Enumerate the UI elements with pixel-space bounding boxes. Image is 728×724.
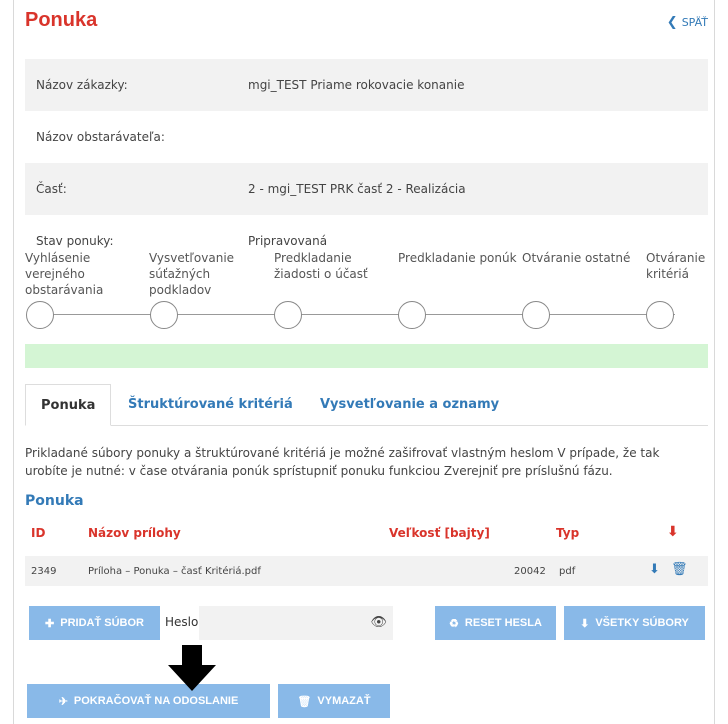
file-id: 2349 bbox=[31, 566, 57, 577]
recycle-icon: ♻ bbox=[449, 617, 459, 630]
step-circle bbox=[646, 301, 674, 329]
eye-icon[interactable]: 👁 bbox=[370, 615, 387, 630]
file-type: pdf bbox=[559, 566, 576, 577]
step-circle bbox=[522, 301, 550, 329]
download-icon[interactable]: ⬇ bbox=[649, 562, 660, 577]
file-name: Príloha – Ponuka – časť Kritériá.pdf bbox=[88, 566, 261, 577]
step-label: Vyhlásenie verejného obstarávania bbox=[25, 251, 104, 297]
download-icon: ⬇ bbox=[580, 617, 590, 630]
info-row-part: Časť: 2 - mgi_TEST PRK časť 2 - Realizác… bbox=[25, 163, 708, 215]
all-files-button[interactable]: ⬇ VŠETKY SÚBORY bbox=[564, 606, 705, 640]
info-value: Pripravovaná bbox=[248, 234, 328, 248]
info-value bbox=[248, 125, 708, 149]
step-circle bbox=[150, 301, 178, 329]
add-file-label: PRIDAŤ SÚBOR bbox=[60, 617, 144, 629]
back-link[interactable]: ❮ SPÄŤ bbox=[667, 15, 708, 30]
reset-password-button[interactable]: ♻ RESET HESLA bbox=[435, 606, 556, 640]
tab-clarifications[interactable]: Vysvetľovanie a oznamy bbox=[305, 384, 514, 426]
back-label: SPÄŤ bbox=[681, 16, 708, 29]
password-input[interactable]: 👁 bbox=[199, 606, 393, 640]
password-label: Heslo bbox=[165, 615, 199, 629]
download-all-icon[interactable]: ⬇ bbox=[667, 524, 679, 540]
plus-icon: ✚ bbox=[45, 617, 55, 630]
continue-send-button[interactable]: ✈ POKRAČOVAŤ NA ODOSLANIE bbox=[27, 684, 270, 718]
info-label: Stav ponuky: bbox=[36, 234, 114, 248]
info-value: 2 - mgi_TEST PRK časť 2 - Realizácia bbox=[248, 182, 466, 196]
add-file-button[interactable]: ✚ PRIDAŤ SÚBOR bbox=[29, 606, 160, 640]
step-circle bbox=[26, 301, 54, 329]
info-value: mgi_TEST Priame rokovacie konanie bbox=[248, 78, 465, 92]
arrow-down-icon bbox=[168, 645, 216, 691]
tab-offer[interactable]: Ponuka bbox=[25, 384, 112, 426]
step-label: Otváranie ostatné bbox=[522, 251, 631, 265]
info-label: Názov obstarávateľa: bbox=[36, 130, 165, 144]
step-label: Predkladanie ponúk bbox=[398, 251, 517, 265]
file-size: 20042 bbox=[514, 566, 546, 577]
tab-structured-criteria[interactable]: Štruktúrované kritériá bbox=[113, 384, 308, 426]
info-label: Názov zákazky: bbox=[36, 78, 128, 92]
tab-bar: Ponuka Štruktúrované kritériá Vysvetľova… bbox=[25, 384, 708, 426]
files-section-title: Ponuka bbox=[25, 493, 84, 509]
files-table-header: ID Názov prílohy Veľkosť [bajty] Typ ⬇ bbox=[25, 523, 708, 545]
chevron-left-icon: ❮ bbox=[666, 15, 678, 30]
trash-icon: 🗑 bbox=[297, 695, 312, 708]
offer-info-table: Názov zákazky: mgi_TEST Priame rokovacie… bbox=[25, 59, 708, 267]
table-row: 2349 Príloha – Ponuka – časť Kritériá.pd… bbox=[25, 556, 708, 586]
delete-label: VYMAZAŤ bbox=[317, 695, 371, 707]
column-size: Veľkosť [bajty] bbox=[389, 526, 490, 540]
phase-stepper: Vyhlásenie verejného obstarávania Vysvet… bbox=[25, 250, 708, 330]
info-row-procurer: Názov obstarávateľa: bbox=[25, 111, 708, 163]
step-label: Otváranie kritériá bbox=[646, 251, 706, 281]
step-circle bbox=[398, 301, 426, 329]
stepper-line bbox=[40, 314, 675, 315]
encryption-note: Prikladané súbory ponuky a štruktúrované… bbox=[25, 446, 660, 478]
redacted-value bbox=[248, 125, 348, 146]
step-circle bbox=[274, 301, 302, 329]
delete-button[interactable]: 🗑 VYMAZAŤ bbox=[278, 684, 390, 718]
column-type: Typ bbox=[556, 526, 580, 540]
progress-bar bbox=[25, 344, 708, 368]
column-name: Názov prílohy bbox=[88, 526, 181, 540]
continue-send-label: POKRAČOVAŤ NA ODOSLANIE bbox=[73, 695, 239, 707]
trash-icon[interactable]: 🗑 bbox=[671, 562, 688, 577]
step-label: Predkladanie žiadosti o účasť bbox=[274, 251, 368, 281]
reset-password-label: RESET HESLA bbox=[464, 617, 542, 629]
info-row-tender: Názov zákazky: mgi_TEST Priame rokovacie… bbox=[25, 59, 708, 111]
paper-plane-icon: ✈ bbox=[58, 695, 68, 708]
info-label: Časť: bbox=[36, 182, 67, 196]
column-id: ID bbox=[31, 526, 46, 540]
page-title: Ponuka bbox=[25, 9, 98, 31]
step-label: Vysvetľovanie súťažných podkladov bbox=[149, 251, 235, 297]
all-files-label: VŠETKY SÚBORY bbox=[595, 617, 689, 629]
